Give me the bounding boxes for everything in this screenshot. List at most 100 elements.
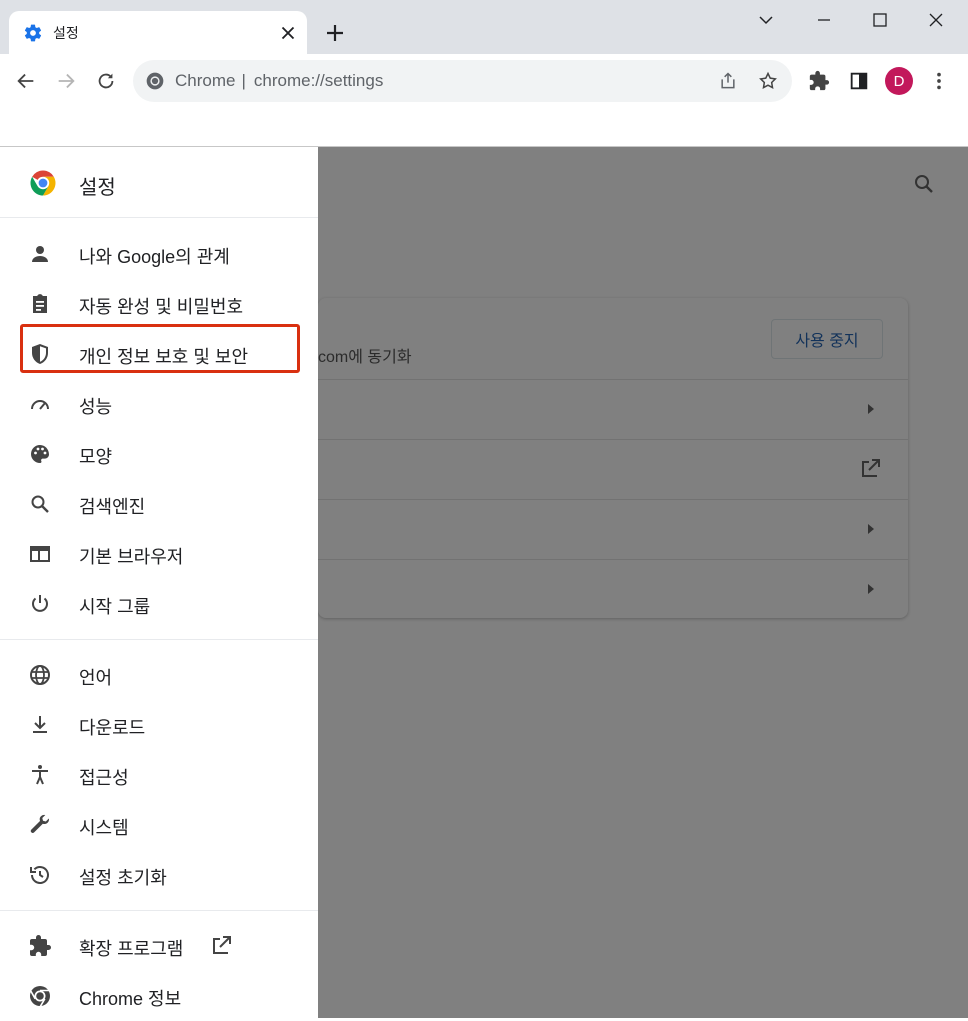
page-title: 설정 bbox=[79, 177, 116, 199]
puzzle-icon bbox=[30, 935, 51, 956]
side-panel-button[interactable] bbox=[845, 67, 873, 95]
highlight-box bbox=[20, 324, 300, 373]
site-label: Chrome bbox=[175, 71, 236, 90]
wrench-icon bbox=[30, 814, 50, 833]
arrow-right-icon bbox=[868, 524, 874, 534]
arrow-left-icon bbox=[17, 73, 34, 89]
search-icon bbox=[31, 495, 49, 513]
chrome-logo-icon bbox=[30, 986, 50, 1007]
maximize-button[interactable] bbox=[852, 0, 908, 40]
speedometer-icon bbox=[31, 400, 49, 410]
chevron-down-icon bbox=[759, 16, 773, 25]
accessibility-icon bbox=[32, 765, 48, 785]
avatar-initial: D bbox=[893, 72, 905, 90]
arrow-right-icon bbox=[58, 73, 75, 89]
reload-button[interactable] bbox=[92, 67, 120, 95]
sidebar-item-autofill[interactable]: 자동 완성 및 비밀번호 bbox=[0, 279, 318, 329]
sidebar-item-label: 성능 bbox=[79, 397, 113, 417]
open-in-new-icon bbox=[862, 459, 880, 477]
maximize-icon bbox=[873, 13, 887, 27]
chrome-logo-icon bbox=[30, 170, 56, 196]
sync-text: com에 동기화 bbox=[318, 349, 412, 366]
tab-settings[interactable]: 설정 bbox=[9, 11, 307, 54]
card-row[interactable] bbox=[318, 499, 908, 560]
card-row[interactable] bbox=[318, 559, 908, 619]
minimize-icon bbox=[818, 19, 830, 21]
arrow-right-icon bbox=[868, 404, 874, 414]
sidebar-item-default-browser[interactable]: 기본 브라우저 bbox=[0, 529, 318, 579]
sidebar-item-label: 나와 Google의 관계 bbox=[79, 247, 230, 267]
sidebar-item-label: 기본 브라우저 bbox=[79, 547, 184, 567]
sidebar-divider bbox=[0, 639, 318, 640]
sidebar-item-label: 설정 초기화 bbox=[79, 868, 167, 888]
arrow-right-icon bbox=[868, 584, 874, 594]
star-icon[interactable] bbox=[758, 71, 778, 91]
sync-card: com에 동기화 사용 중지 bbox=[318, 298, 908, 618]
close-icon bbox=[929, 13, 943, 27]
sidebar-item-languages[interactable]: 언어 bbox=[0, 650, 318, 700]
sidebar-item-label: 자동 완성 및 비밀번호 bbox=[79, 297, 244, 317]
card-row[interactable] bbox=[318, 379, 908, 440]
close-icon[interactable] bbox=[277, 22, 299, 44]
url-text: Chrome | chrome://settings bbox=[175, 71, 383, 91]
sidebar-item-downloads[interactable]: 다운로드 bbox=[0, 700, 318, 750]
card-row[interactable] bbox=[318, 439, 908, 500]
sidebar-item-label: 검색엔진 bbox=[79, 497, 146, 517]
sidebar-item-accessibility[interactable]: 접근성 bbox=[0, 750, 318, 800]
sidebar-item-label: 모양 bbox=[79, 447, 113, 467]
sidebar-item-system[interactable]: 시스템 bbox=[0, 800, 318, 850]
sidebar-item-label: 시작 그룹 bbox=[79, 597, 151, 617]
sidebar-item-label: 다운로드 bbox=[79, 718, 146, 738]
settings-sidebar: 설정 나와 Google의 관계 자동 완성 및 비밀번호 개인 정보 보호 및… bbox=[0, 147, 318, 1018]
minimize-button[interactable] bbox=[796, 0, 852, 40]
chrome-logo-icon bbox=[146, 72, 164, 90]
palette-icon bbox=[31, 445, 49, 463]
download-icon bbox=[33, 716, 47, 733]
tab-search-button[interactable] bbox=[738, 0, 794, 40]
sidebar-item-extensions[interactable]: 확장 프로그램 bbox=[0, 921, 318, 971]
sidebar-item-label: 확장 프로그램 bbox=[79, 939, 184, 959]
sidebar-header: 설정 bbox=[0, 147, 318, 218]
menu-button[interactable] bbox=[925, 67, 953, 95]
search-icon[interactable] bbox=[912, 172, 936, 196]
power-icon bbox=[32, 595, 48, 612]
sidebar-item-search-engine[interactable]: 검색엔진 bbox=[0, 479, 318, 529]
share-icon[interactable] bbox=[718, 71, 738, 91]
sidebar-item-label: 시스템 bbox=[79, 818, 129, 838]
history-icon bbox=[30, 866, 49, 884]
browser-window-icon bbox=[30, 546, 50, 562]
tab-strip: 설정 bbox=[0, 0, 968, 54]
turn-off-sync-button[interactable]: 사용 중지 bbox=[771, 319, 883, 359]
puzzle-icon bbox=[809, 70, 830, 91]
sidebar-item-reset[interactable]: 설정 초기화 bbox=[0, 850, 318, 900]
sidebar-item-label: 언어 bbox=[79, 668, 113, 688]
omnibox[interactable]: Chrome | chrome://settings bbox=[133, 60, 792, 102]
sidebar-item-about-chrome[interactable]: Chrome 정보 bbox=[0, 971, 318, 1021]
extensions-button[interactable] bbox=[805, 67, 833, 95]
sidebar-item-label: Chrome 정보 bbox=[79, 989, 182, 1009]
new-tab-icon[interactable] bbox=[323, 21, 347, 45]
toolbar: Chrome | chrome://settings D bbox=[0, 54, 968, 108]
sidebar-item-appearance[interactable]: 모양 bbox=[0, 429, 318, 479]
sidebar-item-label: 접근성 bbox=[79, 768, 129, 788]
avatar: D bbox=[885, 67, 913, 95]
sidebar-divider bbox=[0, 910, 318, 911]
profile-button[interactable]: D bbox=[885, 67, 913, 95]
sidebar-item-you-and-google[interactable]: 나와 Google의 관계 bbox=[0, 229, 318, 279]
globe-icon bbox=[30, 665, 50, 685]
more-vert-icon bbox=[937, 72, 941, 90]
tab-title: 설정 bbox=[53, 25, 79, 41]
window-close-button[interactable] bbox=[908, 0, 964, 40]
back-button[interactable] bbox=[12, 67, 40, 95]
clipboard-icon bbox=[33, 294, 47, 313]
sidebar-item-performance[interactable]: 성능 bbox=[0, 379, 318, 429]
bookmarks-bar bbox=[0, 108, 968, 147]
open-in-new-icon bbox=[213, 936, 231, 954]
gear-icon bbox=[24, 24, 42, 42]
reload-icon bbox=[98, 73, 114, 89]
side-panel-icon bbox=[850, 72, 868, 90]
forward-button[interactable] bbox=[52, 67, 80, 95]
person-icon bbox=[32, 246, 48, 262]
sidebar-item-on-startup[interactable]: 시작 그룹 bbox=[0, 579, 318, 629]
url: chrome://settings bbox=[253, 71, 384, 90]
